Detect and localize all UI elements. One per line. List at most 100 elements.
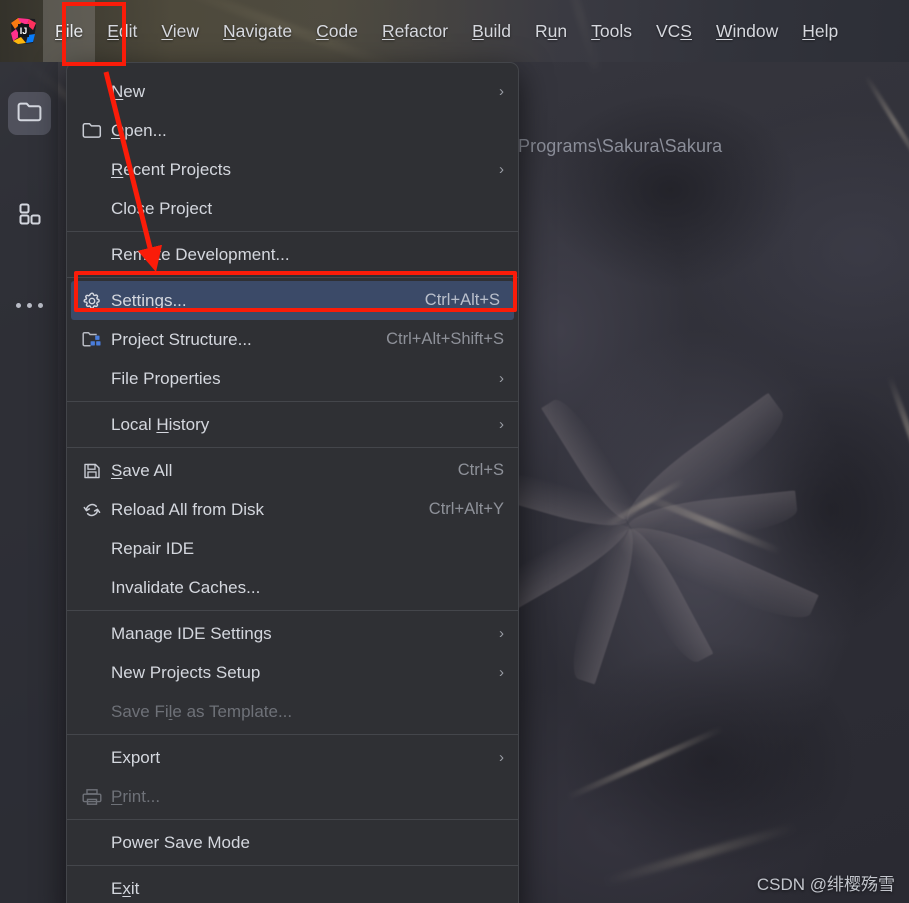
menu-bar-item-file[interactable]: File (43, 0, 96, 62)
menu-item-label: Open... (111, 120, 167, 140)
file-menu-popup: New › Open... Recent Projects › Close Project… (66, 62, 519, 903)
menu-item-new-projects-setup[interactable]: New Projects Setup › (67, 653, 518, 692)
chevron-right-icon: › (499, 370, 504, 387)
menu-item-no-icon (79, 414, 105, 436)
menu-item-no-icon (79, 832, 105, 854)
menu-item-label: Print... (111, 786, 161, 806)
ide-window: Programs\Sakura\Sakura IJ File Edit View Na… (0, 0, 909, 903)
menu-item-label: Remote Development... (111, 244, 290, 264)
menu-item-shortcut: Ctrl+Alt+Shift+S (386, 330, 504, 348)
menu-bar-items: File Edit View Navigate Code Refactor Build Run… (43, 0, 850, 62)
folder-icon (79, 120, 105, 142)
menu-bar-item-build[interactable]: Build (460, 0, 523, 62)
menu-group: Power Save Mode (67, 819, 518, 865)
more-dots-icon (38, 302, 43, 308)
menu-item-power-save-mode[interactable]: Power Save Mode (67, 823, 518, 862)
menu-item-shortcut: Ctrl+S (457, 461, 504, 479)
sidebar-item-project[interactable] (8, 92, 51, 135)
intellij-idea-logo-icon: IJ (9, 17, 37, 45)
menu-item-label: Local History (111, 414, 210, 434)
menu-item-save-file-as-template: Save File as Template... (67, 692, 518, 731)
menu-item-label: Invalidate Caches... (111, 577, 261, 597)
chevron-right-icon: › (499, 161, 504, 178)
menu-bar-item-refactor[interactable]: Refactor (370, 0, 460, 62)
menu-bar-item-navigate[interactable]: Navigate (211, 0, 304, 62)
menu-item-label: New Projects Setup (111, 662, 261, 682)
menu-item-no-icon (79, 577, 105, 599)
menu-group: Remote Development... (67, 231, 518, 277)
chevron-right-icon: › (499, 664, 504, 681)
menu-item-print: Print... (67, 777, 518, 816)
menu-bar-item-view[interactable]: View (149, 0, 211, 62)
menu-item-open[interactable]: Open... (67, 111, 518, 150)
menu-item-local-history[interactable]: Local History › (67, 405, 518, 444)
menu-group: Save All Ctrl+S Reload All from Disk Ctrl+A… (67, 447, 518, 610)
menu-item-no-icon (79, 701, 105, 723)
menu-item-label: Project Structure... (111, 329, 252, 349)
menu-item-file-properties[interactable]: File Properties › (67, 359, 518, 398)
gear-icon (79, 290, 105, 312)
menu-group: Settings... Ctrl+Alt+S Project Structure..… (67, 277, 518, 401)
menu-item-close-project[interactable]: Close Project (67, 189, 518, 228)
svg-text:IJ: IJ (20, 26, 28, 36)
menu-bar-item-code[interactable]: Code (304, 0, 370, 62)
menu-bar-item-run[interactable]: Run (523, 0, 579, 62)
menu-item-label: Recent Projects (111, 159, 232, 179)
more-dots-icon (27, 302, 32, 308)
menu-item-no-icon (79, 244, 105, 266)
menu-group: Manage IDE Settings › New Projects Setup › S… (67, 610, 518, 734)
sidebar-item-more[interactable] (8, 292, 51, 318)
menu-item-new[interactable]: New › (67, 72, 518, 111)
menu-item-label: Settings... (111, 290, 187, 310)
menu-bar-item-help[interactable]: Help (790, 0, 850, 62)
menu-item-no-icon (79, 662, 105, 684)
menu-item-no-icon (79, 623, 105, 645)
menu-item-label: Save File as Template... (111, 701, 293, 721)
menu-item-no-icon (79, 159, 105, 181)
menu-group: New › Open... Recent Projects › Close Project (67, 69, 518, 231)
print-icon (79, 786, 105, 808)
menu-item-label: Reload All from Disk (111, 499, 265, 519)
menu-item-label: Exit (111, 878, 140, 898)
menu-item-reload-all-from-disk[interactable]: Reload All from Disk Ctrl+Alt+Y (67, 490, 518, 529)
main-menu-bar: IJ File Edit View Navigate Code Refactor Build… (0, 0, 909, 62)
menu-item-no-icon (79, 368, 105, 390)
chevron-right-icon: › (499, 416, 504, 433)
sidebar-item-structure[interactable] (8, 195, 51, 238)
menu-item-no-icon (79, 81, 105, 103)
menu-item-label: Close Project (111, 198, 213, 218)
menu-item-save-all[interactable]: Save All Ctrl+S (67, 451, 518, 490)
menu-item-label: Export (111, 747, 161, 767)
folder-icon (17, 101, 42, 127)
menu-item-settings[interactable]: Settings... Ctrl+Alt+S (71, 281, 514, 320)
menu-bar-item-tools[interactable]: Tools (579, 0, 644, 62)
menu-item-export[interactable]: Export › (67, 738, 518, 777)
menu-bar-item-vcs[interactable]: VCS (644, 0, 704, 62)
project-structure-icon (79, 329, 105, 351)
menu-item-project-structure[interactable]: Project Structure... Ctrl+Alt+Shift+S (67, 320, 518, 359)
menu-item-repair-ide[interactable]: Repair IDE (67, 529, 518, 568)
menu-item-exit[interactable]: Exit (67, 869, 518, 903)
menu-item-recent-projects[interactable]: Recent Projects › (67, 150, 518, 189)
menu-item-manage-ide-settings[interactable]: Manage IDE Settings › (67, 614, 518, 653)
menu-item-label: File Properties (111, 368, 221, 388)
menu-bar-item-window[interactable]: Window (704, 0, 790, 62)
menu-item-label: Power Save Mode (111, 832, 250, 852)
menu-bar-item-edit[interactable]: Edit (95, 0, 149, 62)
menu-item-no-icon (79, 747, 105, 769)
menu-item-label: Manage IDE Settings (111, 623, 272, 643)
menu-group: Exit (67, 865, 518, 903)
menu-item-invalidate-caches[interactable]: Invalidate Caches... (67, 568, 518, 607)
chevron-right-icon: › (499, 625, 504, 642)
csdn-watermark: CSDN @绯樱殇雪 (756, 875, 895, 894)
menu-item-label: New (111, 81, 146, 101)
more-dots-icon (16, 302, 21, 308)
menu-group: Export › Print... (67, 734, 518, 819)
menu-item-remote-development[interactable]: Remote Development... (67, 235, 518, 274)
editor-path-text: Programs\Sakura\Sakura (518, 136, 723, 156)
save-icon (79, 460, 105, 482)
menu-item-no-icon (79, 878, 105, 900)
chevron-right-icon: › (499, 749, 504, 766)
menu-item-no-icon (79, 538, 105, 560)
menu-item-shortcut: Ctrl+Alt+S (424, 291, 500, 309)
